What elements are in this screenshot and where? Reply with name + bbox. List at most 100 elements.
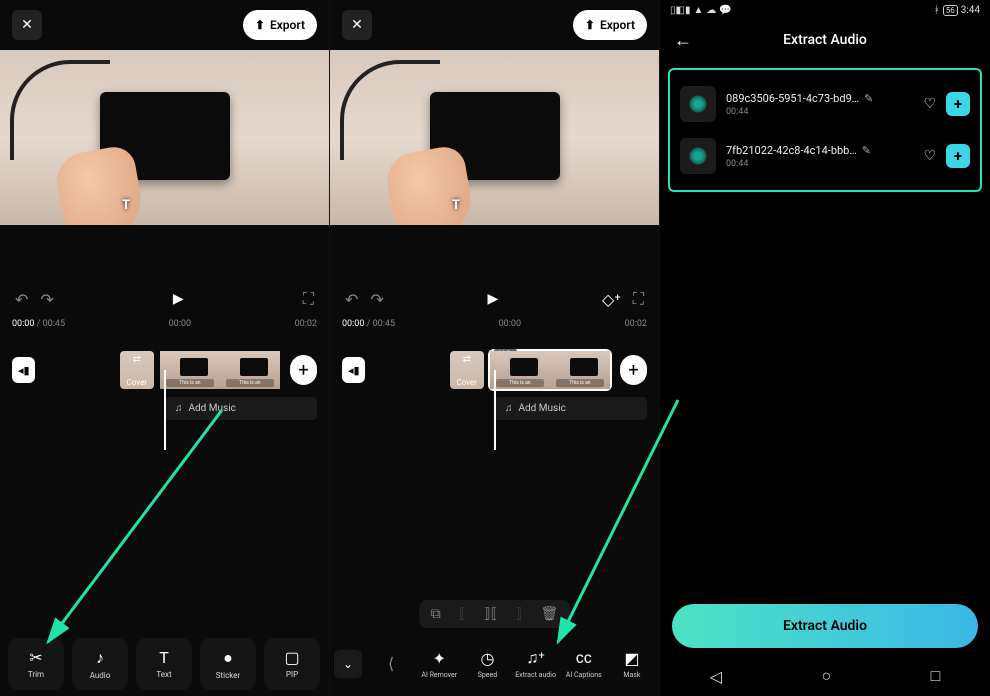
audio-list-highlighted: 089c3506-5951-4c73-bd9… ✎ 00:44 ♡ + 7fb21… xyxy=(668,68,982,192)
nav-back-icon[interactable]: ◁ xyxy=(710,667,722,686)
clip-strip-selected[interactable]: 44.9s This is an This is an xyxy=(490,351,610,389)
music-note-icon: ♫ xyxy=(175,403,183,414)
status-bar: ▯◧▮ ▲ ☁ 💬 ᚼ 56 3:44 xyxy=(660,0,990,20)
audio-item[interactable]: 7fb21022-42c8-4c14-bbb… ✎ 00:44 ♡ + xyxy=(676,130,974,182)
pip-tool[interactable]: ▢PIP xyxy=(264,638,320,690)
add-music-label: Add Music xyxy=(189,403,236,414)
copy-icon[interactable]: ⧉ xyxy=(431,606,441,622)
audio-thumbnail xyxy=(680,86,716,122)
bottom-toolbar: ✂Trim ♪Audio TText ●Sticker ▢PIP xyxy=(0,631,329,696)
wifi-icon: ▲ xyxy=(693,5,703,16)
play-button[interactable]: ▶ xyxy=(488,291,499,307)
time-marker: 00:02 xyxy=(625,319,647,329)
bottom-toolbar: ⌄ ⟨ ✦AI Remover ◷Speed ♫⁺Extract audio ᴄ… xyxy=(330,631,659,696)
clip-actions-bar: ⧉ ⟦ ⟧⟦ ⟧ 🗑 xyxy=(419,600,571,628)
collapse-button[interactable]: ⌄ xyxy=(334,650,362,678)
time-current: 00:00 xyxy=(342,319,364,329)
extract-audio-icon: ♫⁺ xyxy=(526,648,544,668)
audio-name: 089c3506-5951-4c73-bd9… xyxy=(726,92,859,105)
close-button[interactable]: ✕ xyxy=(12,10,42,40)
add-music-button[interactable]: ♫ Add Music xyxy=(165,397,317,420)
ai-captions-tool[interactable]: ᴄᴄAI Captions xyxy=(561,648,607,679)
sticker-tool[interactable]: ●Sticker xyxy=(200,638,256,690)
mute-button[interactable]: ◂▮ xyxy=(12,357,35,383)
time-marker: 00:02 xyxy=(295,319,317,329)
redo-icon[interactable]: ↷ xyxy=(370,290,383,309)
keyframe-icon[interactable]: ◇⁺ xyxy=(602,290,621,309)
mute-button[interactable]: ◂▮ xyxy=(342,357,365,383)
extract-audio-panel: ▯◧▮ ▲ ☁ 💬 ᚼ 56 3:44 ← Extract Audio 089c… xyxy=(660,0,990,696)
export-button[interactable]: ⬆ Export xyxy=(243,10,317,40)
ai-remover-tool[interactable]: ✦AI Remover xyxy=(416,649,462,679)
export-button[interactable]: ⬆ Export xyxy=(573,10,647,40)
time-marker: 00:00 xyxy=(73,319,287,329)
add-audio-button[interactable]: + xyxy=(946,92,970,116)
text-tool[interactable]: TText xyxy=(136,638,192,690)
upload-icon: ⬆ xyxy=(255,18,265,32)
music-note-icon: ♫ xyxy=(505,403,513,414)
nav-home-icon[interactable]: ○ xyxy=(821,666,831,686)
add-music-label: Add Music xyxy=(519,403,566,414)
mask-icon: ◩ xyxy=(624,649,639,668)
split-left-icon: ⟦ xyxy=(459,606,466,622)
time-total: 00:45 xyxy=(43,319,65,329)
speed-tool[interactable]: ◷Speed xyxy=(464,649,510,679)
audio-thumbnail xyxy=(680,138,716,174)
redo-icon[interactable]: ↷ xyxy=(40,290,53,309)
audio-tool[interactable]: ♪Audio xyxy=(72,638,128,690)
video-preview[interactable]: T xyxy=(0,50,329,225)
android-nav-bar: ◁ ○ □ xyxy=(660,656,990,696)
trash-icon[interactable]: 🗑 xyxy=(540,606,558,622)
sticker-icon: ● xyxy=(223,648,233,668)
add-music-button[interactable]: ♫ Add Music xyxy=(495,397,647,420)
time-current: 00:00 xyxy=(12,319,34,329)
battery-level: 56 xyxy=(943,5,958,16)
close-button[interactable]: ✕ xyxy=(342,10,372,40)
audio-item[interactable]: 089c3506-5951-4c73-bd9… ✎ 00:44 ♡ + xyxy=(676,78,974,130)
mask-tool[interactable]: ◩Mask xyxy=(609,649,655,679)
audio-duration: 00:44 xyxy=(726,107,913,117)
editor-panel-left: ✕ ⬆ Export T ↶ ↷ ▶ ⛶ 00:00 / 00:45 00:00 xyxy=(0,0,330,696)
video-preview[interactable]: T xyxy=(330,50,659,225)
add-clip-button[interactable]: + xyxy=(290,355,317,385)
playhead[interactable] xyxy=(164,370,166,450)
cover-thumbnail[interactable]: Cover xyxy=(450,351,484,389)
time-total: 00:45 xyxy=(373,319,395,329)
nav-recent-icon[interactable]: □ xyxy=(931,666,941,686)
scissors-icon: ✂ xyxy=(29,648,42,667)
audio-name: 7fb21022-42c8-4c14-bbb… xyxy=(726,144,857,157)
edit-icon[interactable]: ✎ xyxy=(864,92,873,105)
text-icon: T xyxy=(159,648,169,667)
split-right-icon: ⟧ xyxy=(516,606,523,622)
status-time: 3:44 xyxy=(961,5,980,16)
music-note-icon: ♪ xyxy=(96,648,104,668)
playhead[interactable] xyxy=(494,370,496,450)
add-clip-button[interactable]: + xyxy=(620,355,647,385)
cloud-icon: ☁ xyxy=(706,5,716,16)
time-marker: 00:00 xyxy=(403,319,617,329)
fullscreen-icon[interactable]: ⛶ xyxy=(633,289,644,309)
add-audio-button[interactable]: + xyxy=(946,144,970,168)
play-button[interactable]: ▶ xyxy=(173,291,184,307)
bluetooth-icon: ᚼ xyxy=(934,5,940,16)
split-icon[interactable]: ⟧⟦ xyxy=(484,606,498,622)
trim-tool[interactable]: ✂Trim xyxy=(8,638,64,690)
speed-icon: ◷ xyxy=(480,649,494,668)
fullscreen-icon[interactable]: ⛶ xyxy=(303,289,314,309)
edit-icon[interactable]: ✎ xyxy=(862,144,871,157)
audio-duration: 00:44 xyxy=(726,159,913,169)
prev-tool[interactable]: ⟨ xyxy=(368,654,414,673)
clip-strip[interactable]: This is an This is an xyxy=(160,351,280,389)
captions-ai-icon: ᴄᴄ xyxy=(576,648,592,668)
upload-icon: ⬆ xyxy=(585,18,595,32)
extract-audio-tool[interactable]: ♫⁺Extract audio xyxy=(513,648,559,679)
eraser-ai-icon: ✦ xyxy=(433,649,446,668)
extract-audio-button[interactable]: Extract Audio xyxy=(672,604,978,648)
image-icon: ▢ xyxy=(284,648,299,667)
cover-thumbnail[interactable]: Cover xyxy=(120,351,154,389)
favorite-button[interactable]: ♡ xyxy=(923,96,936,112)
undo-icon[interactable]: ↶ xyxy=(15,290,28,309)
editor-panel-middle: ✕ ⬆ Export T ↶ ↷ ▶ ◇⁺ ⛶ 00:00 / 00:45 xyxy=(330,0,660,696)
favorite-button[interactable]: ♡ xyxy=(923,148,936,164)
undo-icon[interactable]: ↶ xyxy=(345,290,358,309)
